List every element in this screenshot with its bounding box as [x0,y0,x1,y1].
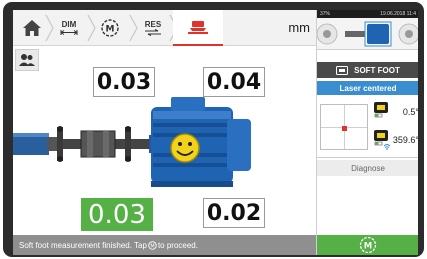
device-frame: DIM M RES mm 0.03 0.04 0.03 0.02 Soft fo… [3,2,424,257]
battery-indicator: 37% [320,11,331,17]
user-view-button[interactable] [15,49,39,71]
res-label: RES [144,20,162,29]
soft-foot-icon [188,21,208,34]
laser-target-display [320,104,368,150]
soft-foot-value-rear-right[interactable]: 0.02 [203,198,265,228]
right-panel: 37% 19.06.2018 11:4 SOFT FOOT Laser cent… [316,10,418,255]
home-button[interactable] [17,10,47,46]
svg-text:M: M [106,25,115,35]
sensor-1-angle: 0.5° [402,107,418,117]
soft-foot-value-rear-left-selected[interactable]: 0.03 [81,198,153,231]
home-icon [23,20,41,36]
sensor-2-angle: 359.6° [392,135,418,145]
coupling [80,130,116,158]
dimension-arrows-icon [60,30,78,35]
smiley-icon [170,133,200,163]
diagnose-button[interactable]: Diagnose [317,160,418,176]
soft-foot-value-front-left[interactable]: 0.03 [93,67,155,97]
svg-text:M: M [150,243,154,249]
soft-foot-tab[interactable] [173,10,223,46]
wifi-icon [383,144,391,150]
machine-train-graphic [13,97,251,187]
units-label[interactable]: mm [288,20,310,35]
dimensions-button[interactable]: DIM [49,10,89,46]
status-message-bar: Soft foot measurement finished. Tap M to… [13,235,316,255]
svg-text:M: M [364,241,372,251]
top-toolbar: DIM M RES mm [13,10,316,46]
laser-status-banner: Laser centered [317,81,418,95]
status-text-end: to proceed. [157,240,198,250]
left-sensor-bracket [57,126,63,162]
motor [149,97,251,187]
machine-thumbnail[interactable] [316,18,418,50]
people-icon [19,54,35,66]
app-screen: DIM M RES mm 0.03 0.04 0.03 0.02 Soft fo… [13,10,418,255]
machine-thumbnail-graphic [316,21,418,47]
measure-m-icon: M [359,236,377,254]
soft-foot-view: 0.03 0.04 0.03 0.02 [13,47,316,235]
sensor-status-area: 0.5° 359.6° [317,96,418,158]
measure-m-icon: M [101,19,119,37]
soft-foot-title: SOFT FOOT [354,65,400,75]
sensor-head-icon [374,102,388,118]
measure-m-icon: M [148,240,157,250]
results-arrows-icon [145,29,161,36]
soft-foot-mode-icon [336,65,349,75]
sensor-1-inclination: 0.5° [371,100,418,126]
status-text-start: Soft foot measurement finished. Tap [19,240,147,250]
date-time: 19.06.2018 11:4 [380,11,416,17]
laser-dot [342,126,347,131]
system-status-bar: 37% 19.06.2018 11:4 [317,10,418,18]
soft-foot-value-front-right[interactable]: 0.04 [203,67,265,97]
right-sensor-bracket [125,126,131,162]
sensor-2-inclination: 359.6° [371,128,418,154]
proceed-measure-button[interactable]: M [317,235,418,255]
dim-label: DIM [61,20,77,29]
soft-foot-header: SOFT FOOT [317,62,418,78]
measure-button[interactable]: M [89,10,131,46]
results-button[interactable]: RES [133,10,173,46]
